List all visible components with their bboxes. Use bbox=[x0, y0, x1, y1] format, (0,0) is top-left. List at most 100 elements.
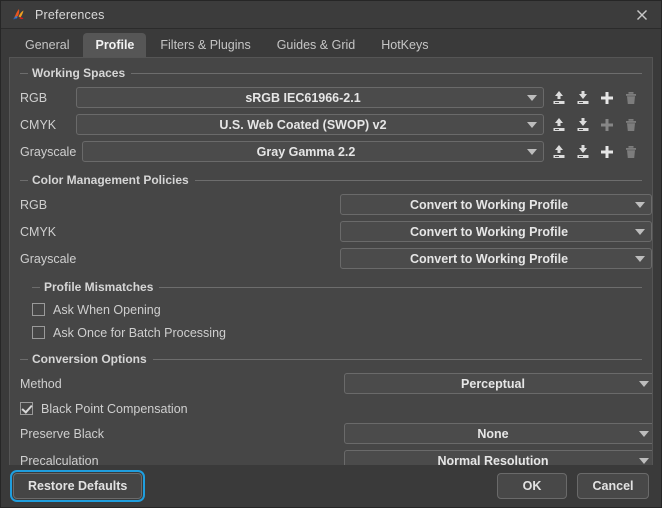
group-rule-right bbox=[159, 286, 642, 288]
krita-app-icon bbox=[11, 7, 27, 23]
checkbox-ask-when-opening[interactable] bbox=[32, 303, 45, 316]
checkbox-row-ask-once-batch[interactable]: Ask Once for Batch Processing bbox=[20, 321, 642, 344]
policy-row-cmyk: CMYK Convert to Working Profile bbox=[20, 218, 652, 245]
dialog-button-bar: Restore Defaults OK Cancel bbox=[1, 465, 661, 507]
close-icon[interactable] bbox=[629, 3, 655, 27]
tab-bar: General Profile Filters & Plugins Guides… bbox=[1, 29, 661, 57]
export-profile-icon[interactable] bbox=[574, 143, 592, 161]
delete-profile-icon bbox=[622, 89, 640, 107]
policy-row-grayscale: Grayscale Convert to Working Profile bbox=[20, 245, 652, 272]
group-rule-left bbox=[20, 358, 28, 360]
restore-defaults-button[interactable]: Restore Defaults bbox=[9, 470, 146, 502]
working-space-row-cmyk: CMYK U.S. Web Coated (SWOP) v2 bbox=[20, 111, 642, 138]
working-space-label-grayscale: Grayscale bbox=[20, 144, 77, 159]
import-profile-icon[interactable] bbox=[550, 143, 568, 161]
chevron-down-icon bbox=[525, 121, 539, 128]
window-title: Preferences bbox=[35, 7, 105, 22]
add-profile-icon[interactable] bbox=[598, 143, 616, 161]
chevron-down-icon bbox=[633, 228, 647, 235]
group-rule-right bbox=[194, 179, 642, 181]
policies-title: Color Management Policies bbox=[32, 173, 189, 187]
working-spaces-group: Working Spaces RGB sRGB IEC61966-2.1 CMY… bbox=[20, 64, 642, 165]
conversion-label-preserve-black: Preserve Black bbox=[20, 426, 105, 441]
policy-value-grayscale: Convert to Working Profile bbox=[409, 251, 569, 266]
policy-label-cmyk: CMYK bbox=[20, 224, 57, 239]
working-space-label-cmyk: CMYK bbox=[20, 117, 57, 132]
profile-settings-panel: Working Spaces RGB sRGB IEC61966-2.1 CMY… bbox=[9, 57, 653, 465]
checkbox-label-ask-once-batch: Ask Once for Batch Processing bbox=[53, 325, 226, 340]
profile-mismatches-group: Profile Mismatches Ask When Opening Ask … bbox=[20, 278, 642, 344]
delete-profile-icon bbox=[622, 116, 640, 134]
working-space-actions-grayscale bbox=[550, 143, 640, 161]
export-profile-icon[interactable] bbox=[574, 89, 592, 107]
group-rule-left bbox=[20, 72, 28, 74]
working-space-value-rgb: sRGB IEC61966-2.1 bbox=[245, 90, 361, 105]
group-rule-right bbox=[152, 358, 642, 360]
chevron-down-icon bbox=[525, 148, 539, 155]
conversion-value-precalculation: Normal Resolution bbox=[437, 453, 549, 466]
ok-button[interactable]: OK bbox=[497, 473, 567, 499]
checkbox-row-ask-when-opening[interactable]: Ask When Opening bbox=[20, 298, 642, 321]
conversion-combo-method[interactable]: Perceptual bbox=[344, 373, 652, 394]
chevron-down-icon bbox=[637, 380, 651, 387]
policy-combo-rgb[interactable]: Convert to Working Profile bbox=[340, 194, 652, 215]
conversion-row-method: Method Perceptual bbox=[20, 370, 652, 397]
conversion-label-method: Method bbox=[20, 376, 62, 391]
chevron-down-icon bbox=[633, 201, 647, 208]
working-space-label-rgb: RGB bbox=[20, 90, 48, 105]
working-space-row-grayscale: Grayscale Gray Gamma 2.2 bbox=[20, 138, 642, 165]
cancel-button[interactable]: Cancel bbox=[577, 473, 649, 499]
conversion-row-preserve-black: Preserve Black None bbox=[20, 420, 652, 447]
add-profile-icon[interactable] bbox=[598, 89, 616, 107]
conversion-value-method: Perceptual bbox=[461, 376, 525, 391]
checkbox-row-black-point-compensation[interactable]: Black Point Compensation bbox=[20, 397, 642, 420]
working-space-actions-rgb bbox=[550, 89, 640, 107]
import-profile-icon[interactable] bbox=[550, 89, 568, 107]
tab-filters-plugins[interactable]: Filters & Plugins bbox=[148, 33, 262, 57]
conversion-combo-preserve-black[interactable]: None bbox=[344, 423, 652, 444]
tab-hotkeys[interactable]: HotKeys bbox=[369, 33, 440, 57]
policy-value-rgb: Convert to Working Profile bbox=[409, 197, 569, 212]
chevron-down-icon bbox=[637, 430, 651, 437]
policy-row-rgb: RGB Convert to Working Profile bbox=[20, 191, 652, 218]
working-space-row-rgb: RGB sRGB IEC61966-2.1 bbox=[20, 84, 642, 111]
preferences-dialog: Preferences General Profile Filters & Pl… bbox=[0, 0, 662, 508]
chevron-down-icon bbox=[633, 255, 647, 262]
checkbox-ask-once-batch[interactable] bbox=[32, 326, 45, 339]
working-space-actions-cmyk bbox=[550, 116, 640, 134]
chevron-down-icon bbox=[637, 457, 651, 464]
export-profile-icon[interactable] bbox=[574, 116, 592, 134]
tab-profile[interactable]: Profile bbox=[83, 33, 147, 57]
conversion-options-group: Conversion Options Method Perceptual Bla… bbox=[20, 350, 652, 466]
working-space-value-cmyk: U.S. Web Coated (SWOP) v2 bbox=[219, 117, 387, 132]
policy-combo-grayscale[interactable]: Convert to Working Profile bbox=[340, 248, 652, 269]
policy-label-rgb: RGB bbox=[20, 197, 48, 212]
add-profile-icon bbox=[598, 116, 616, 134]
working-space-combo-grayscale[interactable]: Gray Gamma 2.2 bbox=[82, 141, 544, 162]
conversion-label-precalculation: Precalculation bbox=[20, 453, 99, 466]
tab-guides-grid[interactable]: Guides & Grid bbox=[265, 33, 368, 57]
conversion-row-precalculation: Precalculation Normal Resolution bbox=[20, 447, 652, 466]
conversion-combo-precalculation[interactable]: Normal Resolution bbox=[344, 450, 652, 466]
working-space-value-grayscale: Gray Gamma 2.2 bbox=[256, 144, 356, 159]
checkbox-label-black-point-compensation: Black Point Compensation bbox=[41, 401, 188, 416]
working-space-combo-rgb[interactable]: sRGB IEC61966-2.1 bbox=[76, 87, 544, 108]
conversion-value-preserve-black: None bbox=[477, 426, 509, 441]
checkbox-black-point-compensation[interactable] bbox=[20, 402, 33, 415]
color-management-policies-group: Color Management Policies RGB Convert to… bbox=[20, 171, 652, 272]
group-rule-left bbox=[20, 179, 28, 181]
policy-combo-cmyk[interactable]: Convert to Working Profile bbox=[340, 221, 652, 242]
title-bar: Preferences bbox=[1, 1, 661, 29]
mismatches-header: Profile Mismatches bbox=[20, 278, 642, 296]
conversion-header: Conversion Options bbox=[20, 350, 642, 368]
conversion-title: Conversion Options bbox=[32, 352, 147, 366]
working-space-combo-cmyk[interactable]: U.S. Web Coated (SWOP) v2 bbox=[76, 114, 544, 135]
policy-label-grayscale: Grayscale bbox=[20, 251, 77, 266]
group-rule-right bbox=[131, 72, 642, 74]
policies-header: Color Management Policies bbox=[20, 171, 642, 189]
working-spaces-header: Working Spaces bbox=[20, 64, 642, 82]
import-profile-icon[interactable] bbox=[550, 116, 568, 134]
delete-profile-icon bbox=[622, 143, 640, 161]
tab-general[interactable]: General bbox=[13, 33, 81, 57]
working-spaces-title: Working Spaces bbox=[32, 66, 126, 80]
